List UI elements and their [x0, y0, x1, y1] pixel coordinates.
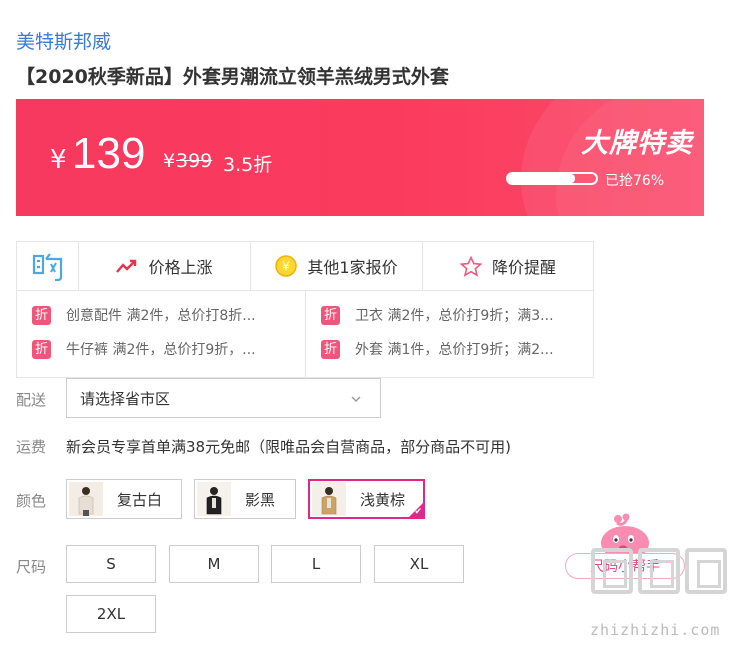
promo-tabs: 价格上涨 ¥ 其他1家报价 降价提醒 [17, 242, 593, 291]
sold-progress-fill [508, 174, 575, 183]
size-option-s[interactable]: S [66, 545, 156, 583]
price-banner: ¥ 139 ¥ 399 3.5折 大牌特卖 已抢76% [16, 99, 704, 216]
size-option-2xl[interactable]: 2XL [66, 595, 156, 633]
region-select[interactable]: 请选择省市区 [66, 378, 381, 418]
product-title: 【2020秋季新品】外套男潮流立领羊羔绒男式外套 [16, 66, 449, 88]
deal-item[interactable]: 折 外套 满1件，总价打9折；满2... [321, 339, 554, 359]
tab-label: 其他1家报价 [307, 258, 398, 277]
size-option-xl[interactable]: XL [374, 545, 464, 583]
discount-rate: 3.5折 [223, 154, 273, 176]
deal-text: 牛仔裤 满2件，总价打9折，... [66, 342, 256, 358]
color-option-light-tan[interactable]: 浅黄棕 ✔ [308, 479, 425, 519]
deal-text: 卫衣 满2件，总价打9折；满3... [355, 308, 554, 324]
watermark-text: zhizhizhi.com [590, 621, 721, 639]
svg-text:¥: ¥ [283, 260, 291, 274]
shipping-label: 运费 [16, 438, 47, 456]
deal-text: 外套 满1件，总价打9折；满2... [355, 342, 554, 358]
deal-item[interactable]: 折 卫衣 满2件，总价打9折；满3... [321, 305, 554, 325]
size-label: 尺码 [16, 558, 47, 576]
yen-coin-icon: ¥ [275, 255, 298, 277]
product-thumbnail [312, 482, 346, 516]
check-icon: ✔ [414, 507, 422, 517]
discount-badge: 折 [32, 305, 51, 325]
original-price: 399 [176, 150, 213, 172]
color-option-label: 浅黄棕 [360, 490, 406, 509]
tab-other-quotes[interactable]: ¥ 其他1家报价 [251, 242, 423, 290]
watermark-logo-block [685, 548, 727, 594]
region-select-placeholder: 请选择省市区 [80, 389, 171, 408]
shipping-info: 新会员专享首单满38元免邮（限唯品会自营商品，部分商品不可用) [66, 438, 511, 456]
deal-text: 创意配件 满2件，总价打8折... [66, 308, 256, 324]
promo-panel: 价格上涨 ¥ 其他1家报价 降价提醒 折 创意配件 满2件，总价打8折... 折… [16, 241, 594, 378]
watermark-logo-block [638, 548, 680, 594]
sold-progress-bar [506, 172, 598, 185]
tab-price-trend[interactable]: 价格上涨 [79, 242, 251, 290]
tab-price-alert[interactable]: 降价提醒 [423, 242, 593, 290]
chevron-down-icon [350, 391, 362, 409]
color-option-label: 影黑 [245, 490, 276, 509]
tab-label: 价格上涨 [148, 258, 213, 277]
deal-item[interactable]: 折 牛仔裤 满2件，总价打9折，... [32, 339, 256, 359]
product-thumbnail [197, 482, 231, 516]
trend-up-icon [116, 258, 138, 274]
color-label: 颜色 [16, 492, 47, 510]
sold-progress-text: 已抢76% [605, 173, 665, 189]
product-thumbnail [69, 482, 103, 516]
promo-divider [305, 291, 306, 377]
shopping-gou-icon [17, 242, 79, 290]
flash-sale-badge: 大牌特卖 [581, 128, 693, 159]
color-option-label: 复古白 [117, 490, 163, 509]
discount-badge: 折 [321, 339, 340, 359]
original-price-currency: ¥ [163, 150, 176, 172]
size-option-m[interactable]: M [169, 545, 259, 583]
color-option-vintage-white[interactable]: 复古白 [66, 479, 182, 519]
star-outline-icon [459, 255, 482, 277]
size-option-l[interactable]: L [271, 545, 361, 583]
current-price: 139 [72, 129, 146, 178]
discount-badge: 折 [32, 339, 51, 359]
price-currency: ¥ [50, 145, 67, 175]
tab-label: 降价提醒 [491, 258, 556, 277]
brand-link[interactable]: 美特斯邦威 [16, 27, 111, 54]
deal-item[interactable]: 折 创意配件 满2件，总价打8折... [32, 305, 256, 325]
watermark-logo-block [591, 548, 633, 594]
color-option-black[interactable]: 影黑 [194, 479, 296, 519]
delivery-label: 配送 [16, 391, 47, 409]
discount-badge: 折 [321, 305, 340, 325]
site-watermark: zhizhizhi.com [588, 548, 738, 642]
